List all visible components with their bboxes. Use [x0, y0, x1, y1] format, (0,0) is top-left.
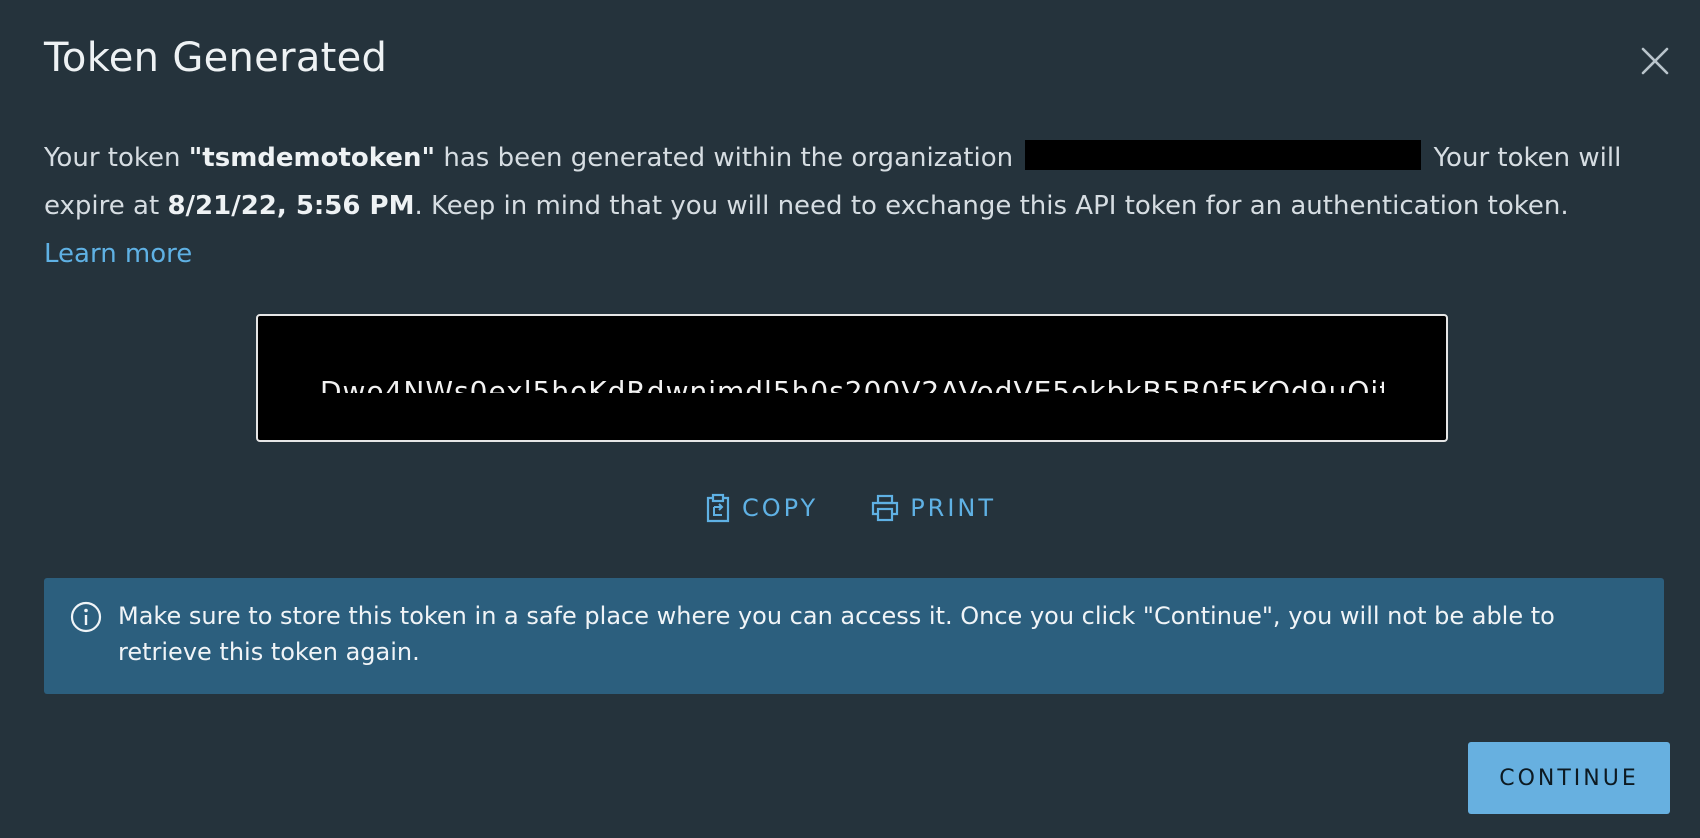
info-icon: [70, 601, 102, 633]
token-actions: COPY PRINT: [0, 490, 1700, 526]
desc-text-2: has been generated within the organizati…: [435, 143, 1022, 173]
token-value: Dwo4NWs0exl5hoKdRdwnjmdl5h0s200V2AVodVE5…: [320, 375, 1384, 394]
copy-button[interactable]: COPY: [704, 490, 818, 526]
copy-label: COPY: [741, 494, 819, 522]
learn-more-link[interactable]: Learn more: [44, 239, 192, 269]
redacted-organization: [1025, 140, 1422, 170]
token-generated-dialog: Token Generated Your token "tsmdemotoken…: [0, 0, 1700, 838]
info-alert: Make sure to store this token in a safe …: [44, 578, 1664, 694]
clipboard-icon: [706, 493, 730, 523]
print-label: PRINT: [910, 494, 997, 522]
token-field[interactable]: Dwo4NWs0exl5hoKdRdwnjmdl5h0s200V2AVodVE5…: [256, 314, 1448, 442]
token-name: "tsmdemotoken": [188, 143, 436, 173]
continue-button[interactable]: CONTINUE: [1468, 742, 1670, 814]
print-button[interactable]: PRINT: [870, 490, 996, 526]
close-button[interactable]: [1638, 44, 1672, 78]
close-icon: [1641, 47, 1669, 75]
alert-message: Make sure to store this token in a safe …: [118, 602, 1555, 666]
dialog-title: Token Generated: [44, 35, 388, 81]
token-description: Your token "tsmdemotoken" has been gener…: [44, 134, 1664, 278]
desc-text-4: . Keep in mind that you will need to exc…: [414, 191, 1569, 221]
desc-text-1: Your token: [44, 143, 189, 173]
expiry-date: 8/21/22, 5:56 PM: [167, 191, 415, 221]
printer-icon: [872, 494, 899, 522]
token-value-clip: Dwo4NWs0exl5hoKdRdwnjmdl5h0s200V2AVodVE5…: [320, 365, 1384, 394]
